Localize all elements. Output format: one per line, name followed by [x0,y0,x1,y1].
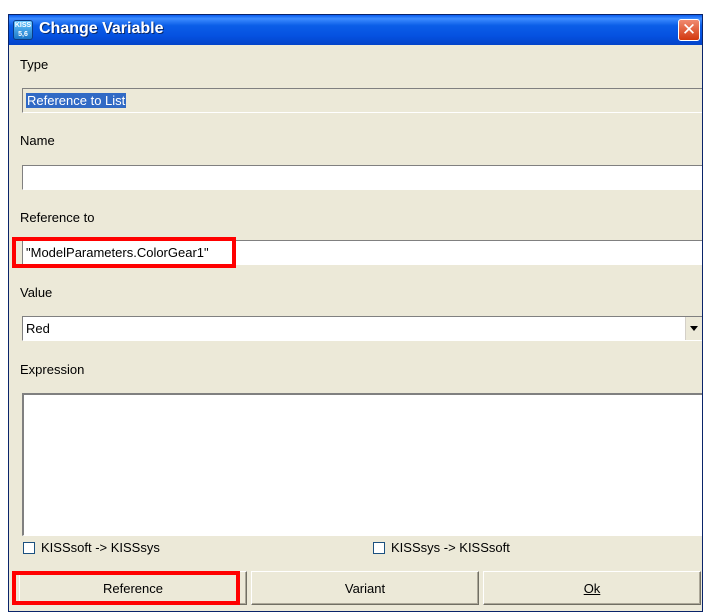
ok-button[interactable]: Ok [483,571,701,605]
kisssys-to-kisssoft-checkbox[interactable] [373,541,385,554]
expression-textarea[interactable] [22,393,702,536]
title-bar[interactable]: KISS 5,6 Change Variable ✕ [9,15,702,45]
variant-button[interactable]: Variant [251,571,479,605]
kisssoft-to-kisssys-option[interactable]: KISSsoft -> KISSsys [23,540,160,555]
kiss-app-icon: KISS 5,6 [13,20,33,40]
close-button[interactable]: ✕ [678,19,700,41]
name-label: Name [20,133,55,148]
ok-label: Ok [583,580,601,596]
close-icon: ✕ [681,20,697,39]
reference-to-input[interactable]: "ModelParameters.ColorGear1" [22,240,702,265]
value-label: Value [20,285,53,300]
value-selected: Red [26,321,50,336]
reference-button[interactable]: Reference [19,571,247,605]
dialog-title: Change Variable [39,20,164,37]
kisssys-to-kisssoft-option[interactable]: KISSsys -> KISSsoft [373,540,510,555]
kisssoft-to-kisssys-label: KISSsoft -> KISSsys [41,540,160,555]
type-value: Reference to List [26,93,127,108]
type-field[interactable]: Reference to List [22,88,702,113]
name-input[interactable] [22,165,702,190]
reference-to-label: Reference to [20,210,95,225]
change-variable-dialog: KISS 5,6 Change Variable ✕ Type Referenc… [8,14,703,612]
expression-label: Expression [20,362,85,377]
chevron-down-icon[interactable] [685,317,702,340]
type-label: Type [20,57,49,72]
kisssoft-to-kisssys-checkbox[interactable] [23,541,35,554]
kisssys-to-kisssoft-label: KISSsys -> KISSsoft [391,540,510,555]
value-dropdown[interactable]: Red [22,316,702,341]
